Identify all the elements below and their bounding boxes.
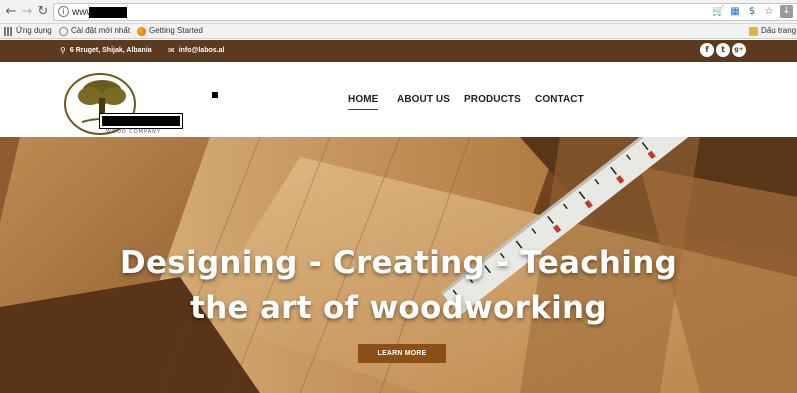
hero-headline-line2: the art of woodworking <box>190 290 607 326</box>
money-icon[interactable]: $ <box>746 5 758 18</box>
bookmark-getting-started[interactable]: Getting Started <box>137 26 203 36</box>
browser-toolbar: ← → ↻ i www. 🛒 ▦ $ ☆ ↓ <box>0 0 797 24</box>
redacted-logo-text <box>99 113 183 129</box>
nav-contact[interactable]: CONTACT <box>535 94 584 105</box>
address-bar[interactable]: i www. 🛒 ▦ $ ☆ ↓ <box>53 3 797 21</box>
envelope-icon: ✉ <box>168 46 175 55</box>
logo[interactable]: WOOD COMPANY <box>62 68 184 136</box>
bookmark-cdn[interactable]: Cài đặt mới nhất <box>59 26 130 36</box>
reload-icon[interactable]: ↻ <box>35 4 51 20</box>
grid-icon[interactable]: ▦ <box>729 5 741 18</box>
site-header: WOOD COMPANY HOME ABOUT US PRODUCTS CONT… <box>0 62 797 137</box>
bookmark-label: Getting Started <box>149 26 203 35</box>
facebook-icon[interactable]: f <box>700 43 714 57</box>
nav-products[interactable]: PRODUCTS <box>464 94 521 105</box>
bookmark-label: Cài đặt mới nhất <box>71 26 131 35</box>
hero-banner: Designing - Creating - Teaching the art … <box>0 137 797 393</box>
location-pin-icon: ⚲ <box>60 46 66 55</box>
bookmark-apps[interactable]: Ứng dụng <box>4 26 52 36</box>
hero-headline-line1: Designing - Creating - Teaching <box>119 245 678 281</box>
google-plus-icon[interactable]: g+ <box>732 43 746 57</box>
bookmark-label: Ứng dụng <box>16 26 52 35</box>
email-item[interactable]: ✉ info@labos.al <box>168 46 224 55</box>
folder-icon <box>749 26 758 36</box>
shopping-cart-icon[interactable]: 🛒 <box>712 5 724 18</box>
address-text: 6 Rruget, Shijak, Albania <box>69 47 152 54</box>
marker <box>212 92 218 98</box>
bookmark-other[interactable]: Dấu trang <box>749 26 796 36</box>
star-icon[interactable]: ☆ <box>763 5 775 18</box>
cdn-icon <box>59 26 68 36</box>
nav-home[interactable]: HOME <box>348 94 379 110</box>
bookmarks-bar: Ứng dụng Cài đặt mới nhất Getting Starte… <box>0 24 797 39</box>
forward-icon[interactable]: → <box>19 4 35 20</box>
address-item: ⚲ 6 Rruget, Shijak, Albania <box>60 46 152 55</box>
nav-about-us[interactable]: ABOUT US <box>397 94 450 105</box>
email-text[interactable]: info@labos.al <box>179 46 225 55</box>
twitter-icon[interactable]: t <box>716 43 730 57</box>
download-icon[interactable]: ↓ <box>780 5 793 18</box>
apps-icon <box>4 26 13 36</box>
back-icon[interactable]: ← <box>3 4 19 20</box>
info-icon[interactable]: i <box>58 6 69 17</box>
learn-more-button[interactable]: LEARN MORE <box>358 344 446 363</box>
bookmark-label: Dấu trang <box>761 26 797 35</box>
firefox-icon <box>137 26 146 36</box>
redacted-url <box>89 7 127 18</box>
site-topbar: ⚲ 6 Rruget, Shijak, Albania ✉ info@labos… <box>0 40 797 62</box>
logo-caption: WOOD COMPANY <box>106 129 161 135</box>
